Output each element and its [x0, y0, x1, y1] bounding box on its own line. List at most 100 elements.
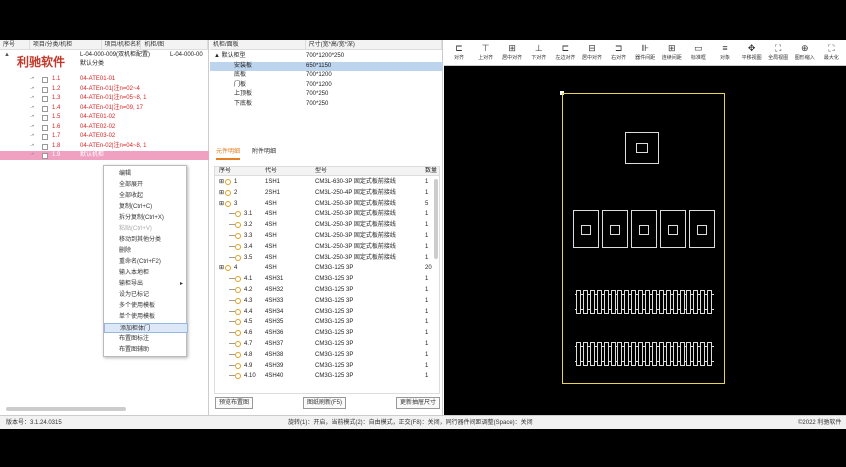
tree-cabinet-row[interactable]: -• 1.5 04-ATE01-02	[0, 113, 209, 122]
mcb-device[interactable]	[610, 290, 616, 314]
panel-row[interactable]: ▲ 默认柜型 700*1200*250	[210, 52, 443, 61]
toolbar-button[interactable]: ⊏ 左边对齐	[551, 42, 579, 64]
panel-row[interactable]: 门板 700*1200	[210, 81, 443, 90]
tab-components[interactable]: 元件明细	[216, 146, 241, 160]
mccb-device[interactable]	[573, 210, 599, 248]
toolbar-button[interactable]: ⊟ 居中对齐	[578, 42, 606, 64]
expand-icon[interactable]: ▲	[4, 51, 10, 60]
main-breaker-device[interactable]	[625, 132, 659, 164]
mcb-device[interactable]	[589, 342, 595, 366]
toolbar-button[interactable]: ▭ 标准框	[684, 42, 712, 64]
mcb-device[interactable]	[617, 342, 623, 366]
row-checkbox[interactable]	[42, 115, 48, 121]
th-model[interactable]: 型号	[315, 167, 327, 176]
mcb-device[interactable]	[631, 342, 637, 366]
col-header-no[interactable]: 序号	[0, 40, 30, 49]
row-checkbox[interactable]	[42, 153, 48, 159]
component-row[interactable]: ⊞ 2 2SH1 CM3L-250-4P 固定式板前接线 1	[215, 189, 439, 198]
mcb-device[interactable]	[679, 342, 685, 366]
tree-cabinet-row[interactable]: -• 1.9 默认机柜	[0, 151, 209, 160]
row-checkbox[interactable]	[42, 77, 48, 83]
context-menu-item[interactable]: 输柜导出 ▸	[104, 279, 188, 289]
component-expander[interactable]: ⊞	[219, 178, 224, 187]
mccb-device[interactable]	[631, 210, 657, 248]
mcb-device[interactable]	[582, 290, 588, 314]
category-row[interactable]: 默认分类	[0, 60, 209, 69]
toolbar-button[interactable]: ✥ 平移视图	[738, 42, 766, 64]
panel-row[interactable]: 上顶板 700*250	[210, 90, 443, 99]
refresh-drawing-button[interactable]: 图纸刷新(F5)	[303, 397, 346, 409]
mcb-device[interactable]	[617, 290, 623, 314]
mcb-device[interactable]	[665, 342, 671, 366]
tab-accessories[interactable]: 附件明细	[252, 146, 276, 158]
toolbar-button[interactable]: ⊪ 器件间距	[631, 42, 659, 64]
tree-cabinet-row[interactable]: -• 1.8 04-ATEn-02|注n=04~8, 1	[0, 142, 209, 151]
components-scrollbar[interactable]	[434, 179, 438, 259]
context-menu-item[interactable]: 全部展开	[104, 180, 188, 190]
toolbar-button[interactable]: ⊐ 右对齐	[605, 42, 633, 64]
component-row[interactable]: — 4.5 4SH35 CM3G-125 3P 1	[215, 318, 439, 327]
toolbar-button[interactable]: ⛶ 全局视图	[764, 42, 792, 64]
mcb-device[interactable]	[582, 342, 588, 366]
tree-cabinet-row[interactable]: -• 1.4 04-ATEn-01|注n=09, 17	[0, 104, 209, 113]
component-expander[interactable]: ⊞	[219, 189, 224, 198]
context-menu-item[interactable]: 全部收起	[104, 191, 188, 201]
component-row[interactable]: — 3.1 4SH CM3L-250-3P 固定式板前接线 1	[215, 210, 439, 219]
mcb-device[interactable]	[638, 342, 644, 366]
mcb-device[interactable]	[638, 290, 644, 314]
mcb-device[interactable]	[576, 290, 581, 314]
context-menu-item[interactable]: 移动到其他分类	[104, 235, 188, 245]
component-row[interactable]: — 4.10 4SH40 CM3G-125 3P 1	[215, 372, 439, 381]
col-header-cabinet[interactable]: 机柜/图	[141, 40, 208, 49]
mcb-device[interactable]	[631, 290, 637, 314]
col-header-project[interactable]: 项目/分类/机柜	[30, 40, 102, 49]
th-no[interactable]: 序号	[219, 167, 231, 176]
mcb-device[interactable]	[672, 342, 678, 366]
context-menu-item[interactable]: 编辑	[104, 169, 188, 179]
component-row[interactable]: — 3.5 4SH CM3L-250-3P 固定式板前接线 1	[215, 254, 439, 263]
mccb-device[interactable]	[660, 210, 686, 248]
mcb-device[interactable]	[707, 290, 713, 314]
row-checkbox[interactable]	[42, 96, 48, 102]
toolbar-button[interactable]: ⊥ 下对齐	[525, 42, 553, 64]
mccb-device[interactable]	[602, 210, 628, 248]
component-expander[interactable]: —	[229, 210, 235, 219]
mccb-device[interactable]	[689, 210, 715, 248]
th-code[interactable]: 代号	[265, 167, 277, 176]
update-drawer-size-button[interactable]: 更新抽屉尺寸	[396, 397, 441, 409]
tree-horizontal-scrollbar[interactable]	[6, 407, 126, 411]
mcb-device[interactable]	[624, 342, 630, 366]
mcb-device[interactable]	[707, 342, 713, 366]
mcb-device[interactable]	[679, 290, 685, 314]
context-menu-item[interactable]: 多个使用模板	[104, 301, 188, 311]
mcb-device[interactable]	[603, 290, 609, 314]
component-row[interactable]: — 4.4 4SH34 CM3G-125 3P 1	[215, 308, 439, 317]
component-row[interactable]: — 4.2 4SH32 CM3G-125 3P 1	[215, 286, 439, 295]
mounting-plate-frame[interactable]	[562, 93, 725, 384]
mcb-device[interactable]	[693, 290, 699, 314]
context-menu-item[interactable]: 粘贴(Ctrl+V)	[104, 224, 188, 234]
mcb-device[interactable]	[672, 290, 678, 314]
col-header-name[interactable]: 项目/机柜名称	[102, 40, 142, 49]
row-checkbox[interactable]	[42, 105, 48, 112]
toolbar-button[interactable]: ⊞ 连续间距	[658, 42, 686, 64]
mcb-device[interactable]	[651, 290, 657, 314]
component-expander[interactable]: ⊞	[219, 200, 224, 209]
component-row[interactable]: — 3.3 4SH CM3L-250-3P 固定式板前接线 1	[215, 232, 439, 241]
tree-cabinet-row[interactable]: -• 1.2 04-ATEn-01|注n=02~4	[0, 85, 209, 94]
row-checkbox[interactable]	[42, 86, 48, 93]
toolbar-button[interactable]: ⛶ 最大化	[817, 42, 845, 64]
context-menu-item[interactable]: 单个使用模板	[104, 312, 188, 322]
col-header-size[interactable]: 尺寸(宽*高/宽*深)	[306, 40, 442, 49]
mcb-device[interactable]	[686, 290, 692, 314]
context-menu-item[interactable]: 删除	[104, 246, 188, 256]
component-row[interactable]: — 3.4 4SH CM3L-250-3P 固定式板前接线 1	[215, 243, 439, 252]
tree-cabinet-row[interactable]: -• 1.1 04-ATE01-01	[0, 75, 209, 84]
mcb-device[interactable]	[624, 290, 630, 314]
component-row[interactable]: ⊞ 1 1SH1 CM3L-630-3P 固定式板前接线 1	[215, 178, 439, 187]
th-qty[interactable]: 数量	[425, 167, 437, 176]
mcb-device[interactable]	[576, 342, 581, 366]
context-menu-item[interactable]: 布置图标注	[104, 334, 188, 344]
component-row[interactable]: ⊞ 3 4SH CM3L-250-3P 固定式板前接线 5	[215, 200, 439, 209]
component-row[interactable]: — 4.6 4SH36 CM3G-125 3P 1	[215, 329, 439, 338]
